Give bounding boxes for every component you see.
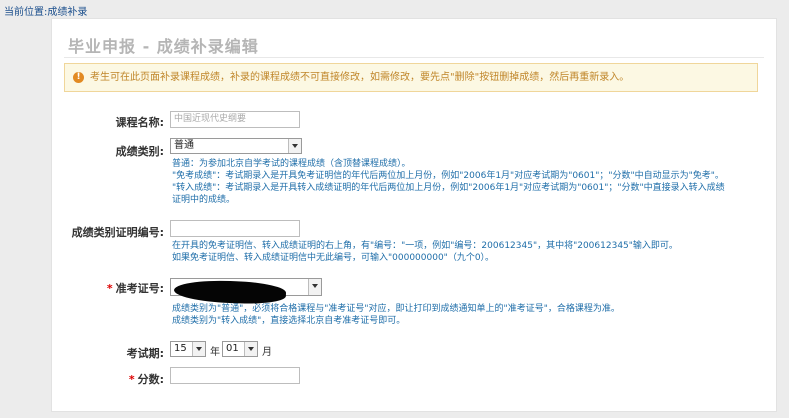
chevron-down-icon[interactable]: [308, 279, 321, 295]
warning-alert: ! 考生可在此页面补录课程成绩，补录的课程成绩不可直接修改，如需修改，要先点"删…: [64, 63, 758, 92]
grade-type-select[interactable]: 普通: [170, 138, 302, 154]
exam-no-help-2: 成绩类别为"转入成绩"，直接选择北京自考准考证号即可。: [172, 316, 406, 326]
grade-type-value: 普通: [174, 140, 194, 151]
exam-month-value: 01: [226, 343, 239, 354]
grade-type-help-3: "转入成绩"：考试期录入是开具转入成绩证明的年代后两位加上月份，例如"2006年…: [172, 183, 725, 193]
page-title: 毕业申报 - 成绩补录编辑: [68, 37, 259, 56]
cert-no-help-2: 如果免考证明信、转入成绩证明信中无此编号，可输入"000000000"（九个0）…: [172, 253, 495, 263]
chevron-down-icon[interactable]: [192, 342, 205, 356]
course-name-label: 课程名称:: [115, 116, 164, 129]
score-input[interactable]: [170, 367, 300, 384]
grade-type-label: 成绩类别:: [115, 145, 164, 158]
year-unit: 年: [210, 347, 220, 358]
score-label: * 分数:: [82, 371, 164, 387]
exam-no-label-text: 准考证号:: [115, 282, 164, 295]
title-divider: [64, 57, 764, 58]
grade-type-help-2: "免考成绩"：考试期录入是开具免考证明信的年代后两位加上月份，例如"2006年1…: [172, 171, 724, 181]
exam-no-label: * 准考证号:: [82, 280, 164, 296]
exam-year-value: 15: [174, 343, 187, 354]
required-mark: *: [128, 373, 135, 386]
cert-no-input[interactable]: [170, 220, 300, 237]
chevron-down-icon[interactable]: [244, 342, 257, 356]
exam-month-select[interactable]: 01: [222, 341, 258, 357]
exclamation-icon: !: [73, 72, 84, 83]
required-mark: *: [106, 282, 113, 295]
grade-type-help-4: 证明中的成绩。: [172, 195, 236, 205]
chevron-down-icon[interactable]: [288, 139, 301, 153]
score-label-text: 分数:: [137, 373, 164, 386]
cert-no-help-1: 在开具的免考证明信、转入成绩证明的右上角，有"编号："一项，例如"编号：2006…: [172, 241, 678, 251]
course-name-input[interactable]: 中国近现代史纲要: [170, 111, 300, 128]
warning-text: 考生可在此页面补录课程成绩，补录的课程成绩不可直接修改，如需修改，要先点"删除"…: [90, 72, 630, 83]
breadcrumb: 当前位置:成绩补录: [4, 7, 88, 18]
exam-no-help-1: 成绩类别为"普通"，必须将合格课程与"准考证号"对应，即让打印到成绩通知单上的"…: [172, 304, 620, 314]
grade-type-help-1: 普通：为参加北京自学考试的课程成绩（含顶替课程成绩）。: [172, 159, 411, 169]
month-unit: 月: [262, 347, 272, 358]
exam-period-label: 考试期:: [126, 347, 164, 360]
cert-no-label: 成绩类别证明编号:: [71, 226, 164, 239]
edit-panel: 毕业申报 - 成绩补录编辑 ! 考生可在此页面补录课程成绩，补录的课程成绩不可直…: [51, 18, 777, 412]
exam-year-select[interactable]: 15: [170, 341, 206, 357]
